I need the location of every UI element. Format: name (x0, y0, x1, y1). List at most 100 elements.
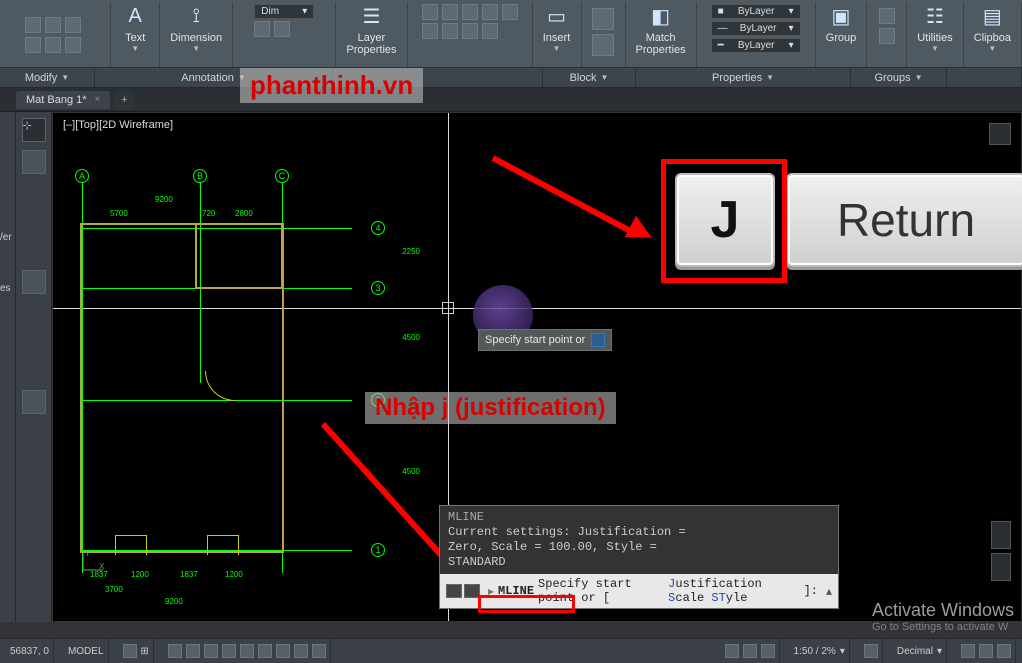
tab-matbang1[interactable]: Mat Bang 1* × (16, 91, 110, 109)
keyboard-key-return: Return (786, 173, 1022, 267)
svg-text:X: X (99, 562, 105, 571)
highlight-box-j-key (661, 159, 787, 283)
dim-dropdown[interactable]: Dim▾ (254, 4, 314, 19)
status-scale[interactable]: 1:50 / 2%▾ (790, 639, 850, 663)
clipboard-icon: ▤ (978, 2, 1006, 30)
utilities-label: Utilities (917, 32, 952, 44)
chevron-up-icon[interactable]: ▴ (826, 584, 832, 599)
panel-properties[interactable]: Properties▼ (636, 68, 851, 87)
dynamic-input-prompt[interactable]: Specify start point or (478, 329, 612, 351)
document-tabs: Mat Bang 1* × + (0, 88, 1022, 112)
dim-dropdown-label: Dim (261, 6, 279, 17)
match-properties-label: Match Properties (636, 32, 686, 56)
grid-bubble-4: 4 (371, 221, 385, 235)
chevron-down-icon: ▼ (988, 44, 996, 53)
status-end[interactable] (957, 639, 1016, 663)
properties-group: ■ByLayer▾ —ByLayer▾ ━ByLayer▾ (697, 2, 816, 67)
command-window[interactable]: MLINE Current settings: Justification = … (439, 505, 839, 609)
close-icon[interactable]: × (95, 94, 101, 105)
instruction-text: Nhập j (justification) (365, 392, 616, 424)
color-bylayer[interactable]: ■ByLayer▾ (711, 4, 801, 19)
insert-icon: ▭ (543, 2, 571, 30)
svg-text:Y: Y (85, 549, 91, 558)
status-bar: 56837, 0 MODEL ⊞ 1:50 / 2%▾ Decimal▾ (0, 638, 1022, 663)
utilities-button[interactable]: ☷ Utilities ▼ (907, 2, 963, 67)
left-toolstrip: ⊹ (16, 112, 52, 622)
status-model[interactable]: MODEL (64, 639, 109, 663)
layers-group (408, 2, 533, 67)
ucs-icon: YX (79, 546, 107, 577)
groups-tools[interactable] (867, 2, 907, 67)
arrow-to-j-line (492, 155, 638, 236)
chevron-down-icon: ▼ (131, 44, 139, 53)
workspace: /er es ⊹ [–][Top][2D Wireframe] Specify … (0, 112, 1022, 622)
group-label: Group (826, 32, 857, 44)
panel-fragment-2: es (0, 283, 15, 294)
nav-tool-3[interactable] (22, 390, 46, 414)
status-units[interactable]: Decimal▾ (893, 639, 947, 663)
highlight-box-justification (478, 595, 575, 613)
viewport-label[interactable]: [–][Top][2D Wireframe] (63, 119, 173, 131)
utilities-icon: ☷ (921, 2, 949, 30)
dimension-icon: ⟟ (182, 2, 210, 30)
lineweight-bylayer[interactable]: ━ByLayer▾ (711, 38, 801, 53)
panel-fragment-1: /er (0, 232, 15, 243)
panel-block[interactable]: Block▼ (543, 68, 636, 87)
nav-handle[interactable]: ⊹ (22, 118, 46, 142)
match-properties-button[interactable]: ◧ Match Properties (626, 2, 697, 67)
command-toolbar[interactable] (446, 584, 480, 598)
insert-label: Insert (543, 32, 571, 44)
panel-groups[interactable]: Groups▼ (851, 68, 947, 87)
clipboard-button[interactable]: ▤ Clipboa ▼ (964, 2, 1022, 67)
insert-button[interactable]: ▭ Insert ▼ (533, 2, 582, 67)
status-more-tools[interactable] (721, 639, 780, 663)
clipboard-label: Clipboa (974, 32, 1011, 44)
modify-group (0, 2, 111, 67)
command-history: MLINE Current settings: Justification = … (440, 506, 838, 574)
dynamic-input-text: Specify start point or (485, 334, 585, 346)
status-gear[interactable] (860, 639, 883, 663)
activate-windows-watermark: Activate Windows Go to Settings to activ… (872, 600, 1014, 633)
dimension-label: Dimension (170, 32, 222, 44)
group-button[interactable]: ▣ Group (816, 2, 868, 67)
drawing-viewport[interactable]: [–][Top][2D Wireframe] Specify start poi… (52, 112, 1022, 622)
nav-tool-2[interactable] (22, 270, 46, 294)
dimension-button[interactable]: ⟟ Dimension ▼ (160, 2, 233, 67)
dynamic-input-hint-icon[interactable] (591, 333, 605, 347)
cmd-title: MLINE (448, 510, 830, 525)
match-icon: ◧ (647, 2, 675, 30)
layer-properties-button[interactable]: ☰ Layer Properties (336, 2, 407, 67)
tab-label: Mat Bang 1* (26, 94, 87, 106)
ribbon: A Text ▼ ⟟ Dimension ▼ Dim▾ ☰ Layer Prop… (0, 0, 1022, 68)
arrow-to-j-head (625, 216, 657, 248)
block-tools[interactable] (582, 2, 626, 67)
floor-plan: A B C 4 3 2 1 9200 5700 720 (75, 175, 365, 575)
watermark-text: phanthinh.vn (240, 68, 423, 103)
grid-bubble-3: 3 (371, 281, 385, 295)
ribbon-panel-labels: Modify▼ Annotation▼ Block▼ Properties▼ G… (0, 68, 1022, 88)
chevron-down-icon: ▼ (192, 44, 200, 53)
new-tab-button[interactable]: + (114, 91, 134, 109)
panel-rest (947, 68, 1022, 87)
grid-bubble-A: A (75, 169, 89, 183)
group-icon: ▣ (827, 2, 855, 30)
text-icon: A (121, 2, 149, 30)
crosshair-pickbox (442, 302, 454, 314)
linetype-bylayer[interactable]: —ByLayer▾ (711, 21, 801, 36)
layer-properties-label: Layer Properties (346, 32, 396, 56)
status-tools[interactable] (164, 639, 331, 663)
status-grid-icon[interactable]: ⊞ (119, 639, 154, 663)
layers-icon: ☰ (357, 2, 385, 30)
panel-modify[interactable]: Modify▼ (0, 68, 95, 87)
text-label: Text (125, 32, 145, 44)
grid-bubble-1: 1 (371, 543, 385, 557)
dim-tools: Dim▾ (233, 2, 336, 67)
viewcube-toggle[interactable] (989, 123, 1011, 145)
nav-bar[interactable] (991, 521, 1011, 581)
modify-tools[interactable] (25, 17, 85, 53)
status-coords[interactable]: 56837, 0 (6, 639, 54, 663)
grid-bubble-C: C (275, 169, 289, 183)
text-button[interactable]: A Text ▼ (111, 2, 160, 67)
nav-tool-1[interactable] (22, 150, 46, 174)
grid-bubble-B: B (193, 169, 207, 183)
